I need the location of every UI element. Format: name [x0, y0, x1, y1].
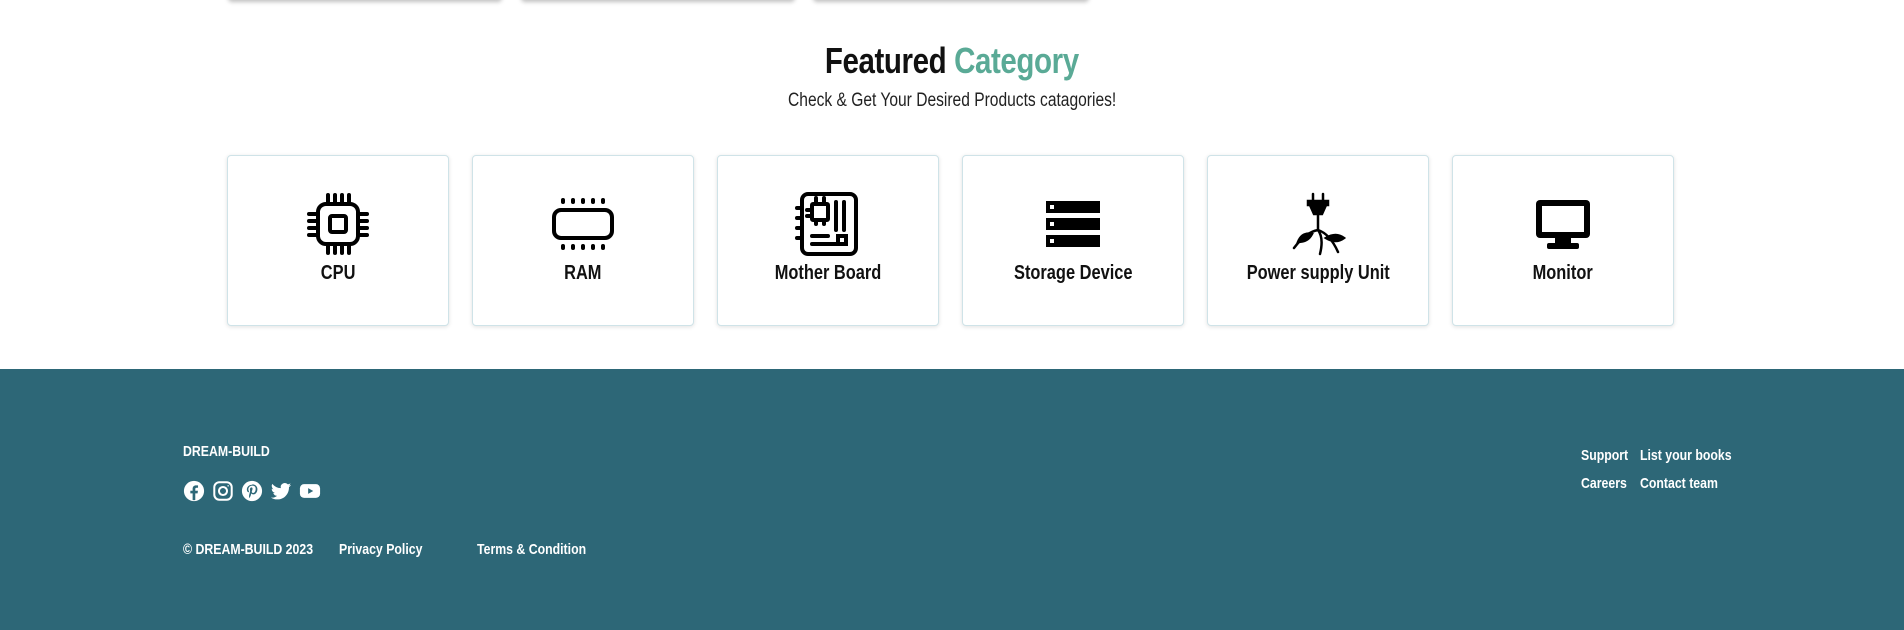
- section-title-main: Featured: [825, 40, 947, 81]
- section-title: Featured Category: [825, 40, 1079, 82]
- category-card-power-supply[interactable]: Power supply Unit: [1207, 155, 1429, 326]
- instagram-icon[interactable]: [212, 480, 234, 502]
- category-card-monitor[interactable]: Monitor: [1452, 155, 1674, 326]
- cpu-icon: [304, 192, 372, 256]
- social-links: [183, 480, 321, 502]
- category-label: Monitor: [1532, 262, 1594, 284]
- pinterest-icon[interactable]: [241, 480, 263, 502]
- footer-bottom-row: © DREAM-BUILD 2023 Privacy Policy Terms …: [183, 541, 610, 558]
- category-label: RAM: [564, 262, 602, 284]
- category-card-cpu[interactable]: CPU: [227, 155, 449, 326]
- contact-team-link[interactable]: Contact team: [1640, 475, 1732, 492]
- section-subtitle: Check & Get Your Desired Products catago…: [787, 90, 1117, 111]
- footer-brand: DREAM-BUILD: [183, 443, 270, 460]
- category-label: CPU: [320, 262, 356, 284]
- featured-category-header: Featured Category Check & Get Your Desir…: [0, 40, 1904, 112]
- monitor-icon: [1529, 192, 1597, 256]
- twitter-icon[interactable]: [270, 480, 292, 502]
- site-footer: DREAM-BUILD © DREAM-BUILD 2023 Privacy P…: [0, 369, 1904, 630]
- copyright-text: © DREAM-BUILD 2023: [183, 541, 314, 558]
- motherboard-icon: [794, 192, 862, 256]
- power-plug-icon: [1284, 192, 1352, 256]
- category-label: Storage Device: [1013, 262, 1133, 284]
- support-link[interactable]: Support: [1581, 447, 1629, 464]
- category-card-motherboard[interactable]: Mother Board: [717, 155, 939, 326]
- careers-link[interactable]: Careers: [1581, 475, 1629, 492]
- footer-links: Support List your books Careers Contact …: [1581, 447, 1752, 492]
- category-label: Power supply Unit: [1246, 262, 1390, 284]
- section-title-accent: Category: [954, 40, 1079, 81]
- ram-icon: [549, 192, 617, 256]
- privacy-policy-link[interactable]: Privacy Policy: [339, 541, 422, 558]
- youtube-icon[interactable]: [299, 480, 321, 502]
- list-your-books-link[interactable]: List your books: [1640, 447, 1732, 464]
- category-cards: CPU RAM Mother Board Storage Device Powe…: [227, 155, 1674, 326]
- storage-icon: [1039, 192, 1107, 256]
- terms-condition-link[interactable]: Terms & Condition: [477, 541, 586, 558]
- category-card-ram[interactable]: RAM: [472, 155, 694, 326]
- category-card-storage[interactable]: Storage Device: [962, 155, 1184, 326]
- category-label: Mother Board: [774, 262, 882, 284]
- facebook-icon[interactable]: [183, 480, 205, 502]
